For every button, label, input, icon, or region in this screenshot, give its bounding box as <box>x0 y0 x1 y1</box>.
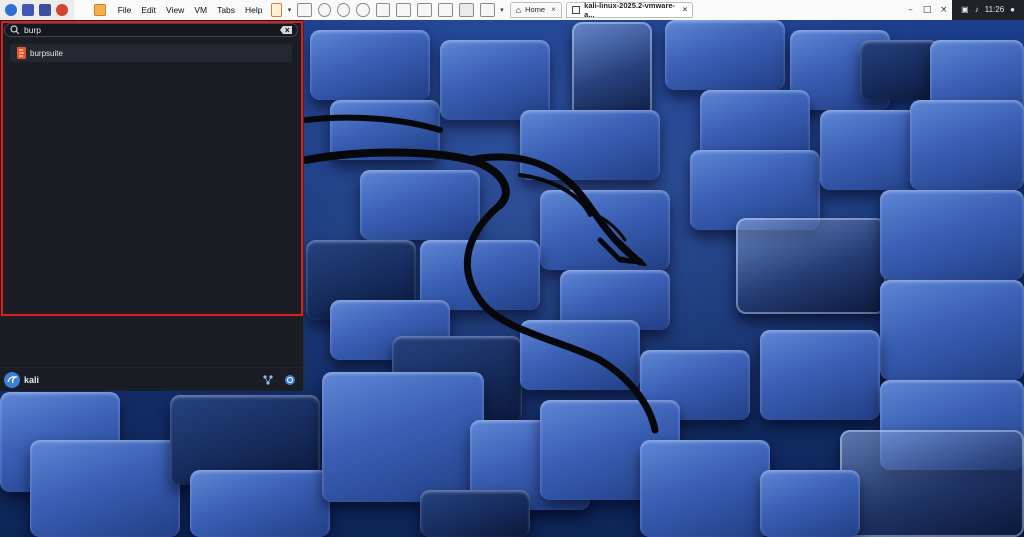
menu-view[interactable]: View <box>161 0 189 20</box>
pause-dropdown-icon[interactable]: ▾ <box>288 6 292 14</box>
menu-file[interactable]: File <box>113 0 137 20</box>
notification-icon[interactable]: ● <box>1010 5 1015 14</box>
send-keys-icon[interactable] <box>297 2 313 17</box>
power-icon[interactable] <box>284 374 296 386</box>
menu-bar: File Edit View VM Tabs Help <box>109 0 268 20</box>
browser-icon[interactable] <box>56 3 68 16</box>
search-result-label: burpsuite <box>30 48 63 58</box>
files-icon[interactable] <box>39 3 51 16</box>
menu-help[interactable]: Help <box>240 0 267 20</box>
tab-home[interactable]: ⌂ Home × <box>509 1 562 18</box>
menu-vm[interactable]: VM <box>189 0 212 20</box>
volume-icon[interactable]: ♪ <box>975 5 979 14</box>
window-close-icon[interactable]: × <box>936 5 953 15</box>
vm-icon <box>571 5 581 14</box>
search-result-burpsuite[interactable]: burpsuite <box>10 44 292 62</box>
pause-icon[interactable] <box>270 2 282 17</box>
network-icon[interactable] <box>262 374 274 386</box>
maximize-icon[interactable]: □ <box>919 5 936 15</box>
search-bar <box>4 23 298 37</box>
console-icon[interactable] <box>459 2 475 17</box>
launcher-footer: kali <box>0 367 304 391</box>
search-input[interactable] <box>24 24 279 36</box>
window-pin-icon[interactable] <box>77 3 88 17</box>
display-icon[interactable]: ▣ <box>961 5 969 14</box>
tab-home-label: Home <box>525 5 546 14</box>
stretch-guest-icon[interactable] <box>480 2 496 17</box>
clock[interactable]: 11:26 <box>985 5 1004 14</box>
minimize-icon[interactable]: – <box>902 5 919 15</box>
kali-dragon-icon[interactable] <box>4 371 20 388</box>
clear-text-icon[interactable] <box>279 25 293 35</box>
menu-edit[interactable]: Edit <box>136 0 161 20</box>
highlight-annotation-box <box>1 21 303 316</box>
home-icon: ⌂ <box>515 4 522 15</box>
burpsuite-icon <box>17 47 26 59</box>
close-icon[interactable]: × <box>683 5 688 14</box>
fullscreen-icon[interactable] <box>417 2 433 17</box>
stretch-dropdown-icon[interactable]: ▾ <box>500 6 504 14</box>
application-launcher: burpsuite kali <box>0 20 304 391</box>
kali-menu-icon[interactable] <box>5 3 17 16</box>
tab-kali-vm[interactable]: kali-linux-2025.2-vmware-a... × <box>565 0 694 19</box>
workspace-icon[interactable] <box>22 3 34 16</box>
close-icon[interactable]: × <box>551 5 556 14</box>
user-name: kali <box>24 374 40 385</box>
top-panel: File Edit View VM Tabs Help ▾ ▾ ⌂ Home ×… <box>0 0 1024 20</box>
search-icon <box>10 25 20 35</box>
panel-launchers <box>0 0 75 20</box>
thumbnail-view-icon[interactable] <box>396 2 412 17</box>
snapshot-icon[interactable] <box>318 2 332 17</box>
revert-snapshot-icon[interactable] <box>337 2 351 17</box>
tab-kali-vm-label: kali-linux-2025.2-vmware-a... <box>584 0 676 19</box>
menu-tabs[interactable]: Tabs <box>212 0 240 20</box>
manage-snapshots-icon[interactable] <box>356 2 370 17</box>
unity-icon[interactable] <box>438 2 454 17</box>
vmware-logo-icon <box>94 3 106 16</box>
system-tray: ▣ ♪ 11:26 ● <box>952 0 1024 20</box>
sidebar-toggle-icon[interactable] <box>375 2 391 17</box>
